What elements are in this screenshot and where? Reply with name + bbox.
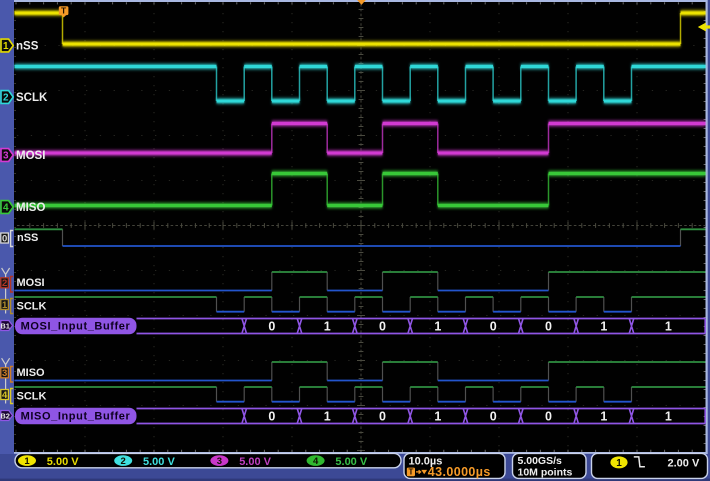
svg-text:2: 2 bbox=[3, 93, 9, 104]
svg-text:1: 1 bbox=[324, 319, 331, 333]
svg-text:0: 0 bbox=[490, 319, 497, 333]
svg-text:MISO_Input_Buffer: MISO_Input_Buffer bbox=[21, 410, 131, 422]
svg-text:MOSI_Input_Buffer: MOSI_Input_Buffer bbox=[21, 320, 131, 332]
svg-text:1: 1 bbox=[600, 409, 607, 423]
svg-text:3: 3 bbox=[217, 456, 222, 467]
svg-text:0: 0 bbox=[545, 409, 552, 423]
svg-text:nSS: nSS bbox=[16, 41, 39, 53]
svg-text:43.0000µs: 43.0000µs bbox=[428, 465, 491, 479]
svg-text:1: 1 bbox=[665, 319, 672, 333]
svg-text:2: 2 bbox=[121, 456, 126, 467]
svg-text:MOSI: MOSI bbox=[16, 150, 45, 162]
svg-text:1: 1 bbox=[324, 409, 331, 423]
svg-text:1: 1 bbox=[434, 319, 441, 333]
svg-text:4: 4 bbox=[2, 390, 8, 401]
svg-text:B1: B1 bbox=[0, 321, 10, 330]
svg-text:0: 0 bbox=[490, 409, 497, 423]
svg-text:1: 1 bbox=[665, 409, 672, 423]
svg-text:5.00 V: 5.00 V bbox=[47, 456, 79, 468]
svg-text:0: 0 bbox=[379, 409, 386, 423]
svg-text:1: 1 bbox=[600, 319, 607, 333]
svg-text:nSS: nSS bbox=[17, 232, 38, 244]
svg-text:1: 1 bbox=[2, 300, 8, 311]
svg-text:0: 0 bbox=[2, 233, 7, 244]
svg-text:SCLK: SCLK bbox=[17, 301, 47, 313]
svg-text:5.00GS/s: 5.00GS/s bbox=[518, 455, 563, 467]
svg-text:SCLK: SCLK bbox=[17, 391, 47, 403]
svg-text:1: 1 bbox=[616, 458, 622, 469]
svg-text:0: 0 bbox=[268, 319, 275, 333]
svg-text:5.00 V: 5.00 V bbox=[143, 456, 175, 468]
svg-text:0: 0 bbox=[545, 319, 552, 333]
svg-text:SCLK: SCLK bbox=[16, 92, 48, 104]
svg-text:2.00 V: 2.00 V bbox=[668, 457, 700, 469]
svg-text:MOSI: MOSI bbox=[17, 277, 45, 289]
svg-text:1: 1 bbox=[3, 41, 9, 52]
svg-text:4: 4 bbox=[3, 203, 9, 214]
svg-text:0: 0 bbox=[268, 409, 275, 423]
svg-text:B2: B2 bbox=[0, 411, 10, 420]
svg-text:5.00 V: 5.00 V bbox=[335, 456, 367, 468]
svg-text:MISO: MISO bbox=[17, 367, 46, 379]
svg-text:0: 0 bbox=[379, 319, 386, 333]
svg-text:MISO: MISO bbox=[16, 202, 45, 214]
svg-text:1: 1 bbox=[434, 409, 441, 423]
svg-text:1: 1 bbox=[24, 456, 30, 467]
svg-text:5.00 V: 5.00 V bbox=[239, 456, 271, 468]
svg-text:4: 4 bbox=[313, 456, 319, 467]
svg-text:T: T bbox=[61, 6, 67, 16]
svg-text:3: 3 bbox=[3, 151, 9, 162]
svg-text:T: T bbox=[408, 468, 413, 477]
svg-text:10M points: 10M points bbox=[518, 467, 573, 479]
svg-text:2: 2 bbox=[2, 278, 7, 289]
svg-text:3: 3 bbox=[2, 368, 7, 379]
